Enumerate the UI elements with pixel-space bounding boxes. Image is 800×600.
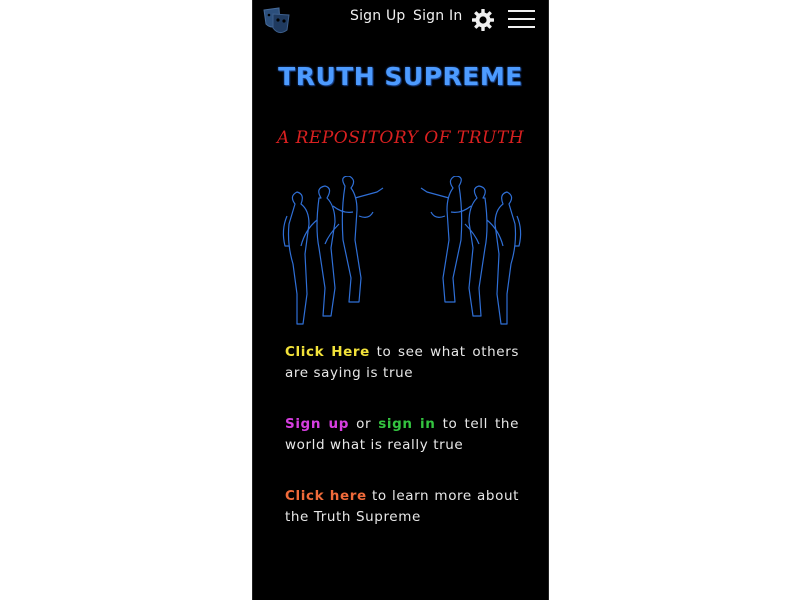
signup-link[interactable]: Sign Up xyxy=(350,8,406,24)
browse-truths-link[interactable]: Click Here xyxy=(285,344,370,360)
or-text: or xyxy=(349,416,379,432)
hamburger-menu-icon[interactable] xyxy=(508,10,535,30)
body-signup-link[interactable]: Sign up xyxy=(285,416,349,432)
gear-icon[interactable] xyxy=(471,8,495,32)
about-paragraph: Click here to learn more about the Truth… xyxy=(285,486,519,528)
site-tagline: A REPOSITORY OF TRUTH xyxy=(276,128,525,148)
site-title: TRUTH SUPREME xyxy=(278,62,523,91)
mobile-page: Sign Up Sign In TRUTH SUPREME A REPOSITO… xyxy=(252,0,549,600)
about-link[interactable]: Click here xyxy=(285,488,367,504)
signin-link[interactable]: Sign In xyxy=(413,8,462,24)
masks-logo-icon[interactable] xyxy=(261,6,293,36)
crowd-silhouettes-illustration xyxy=(282,176,522,325)
body-signin-link[interactable]: sign in xyxy=(378,416,435,432)
account-paragraph: Sign up or sign in to tell the world wha… xyxy=(285,414,519,456)
browse-truths-paragraph: Click Here to see what others are saying… xyxy=(285,342,519,384)
